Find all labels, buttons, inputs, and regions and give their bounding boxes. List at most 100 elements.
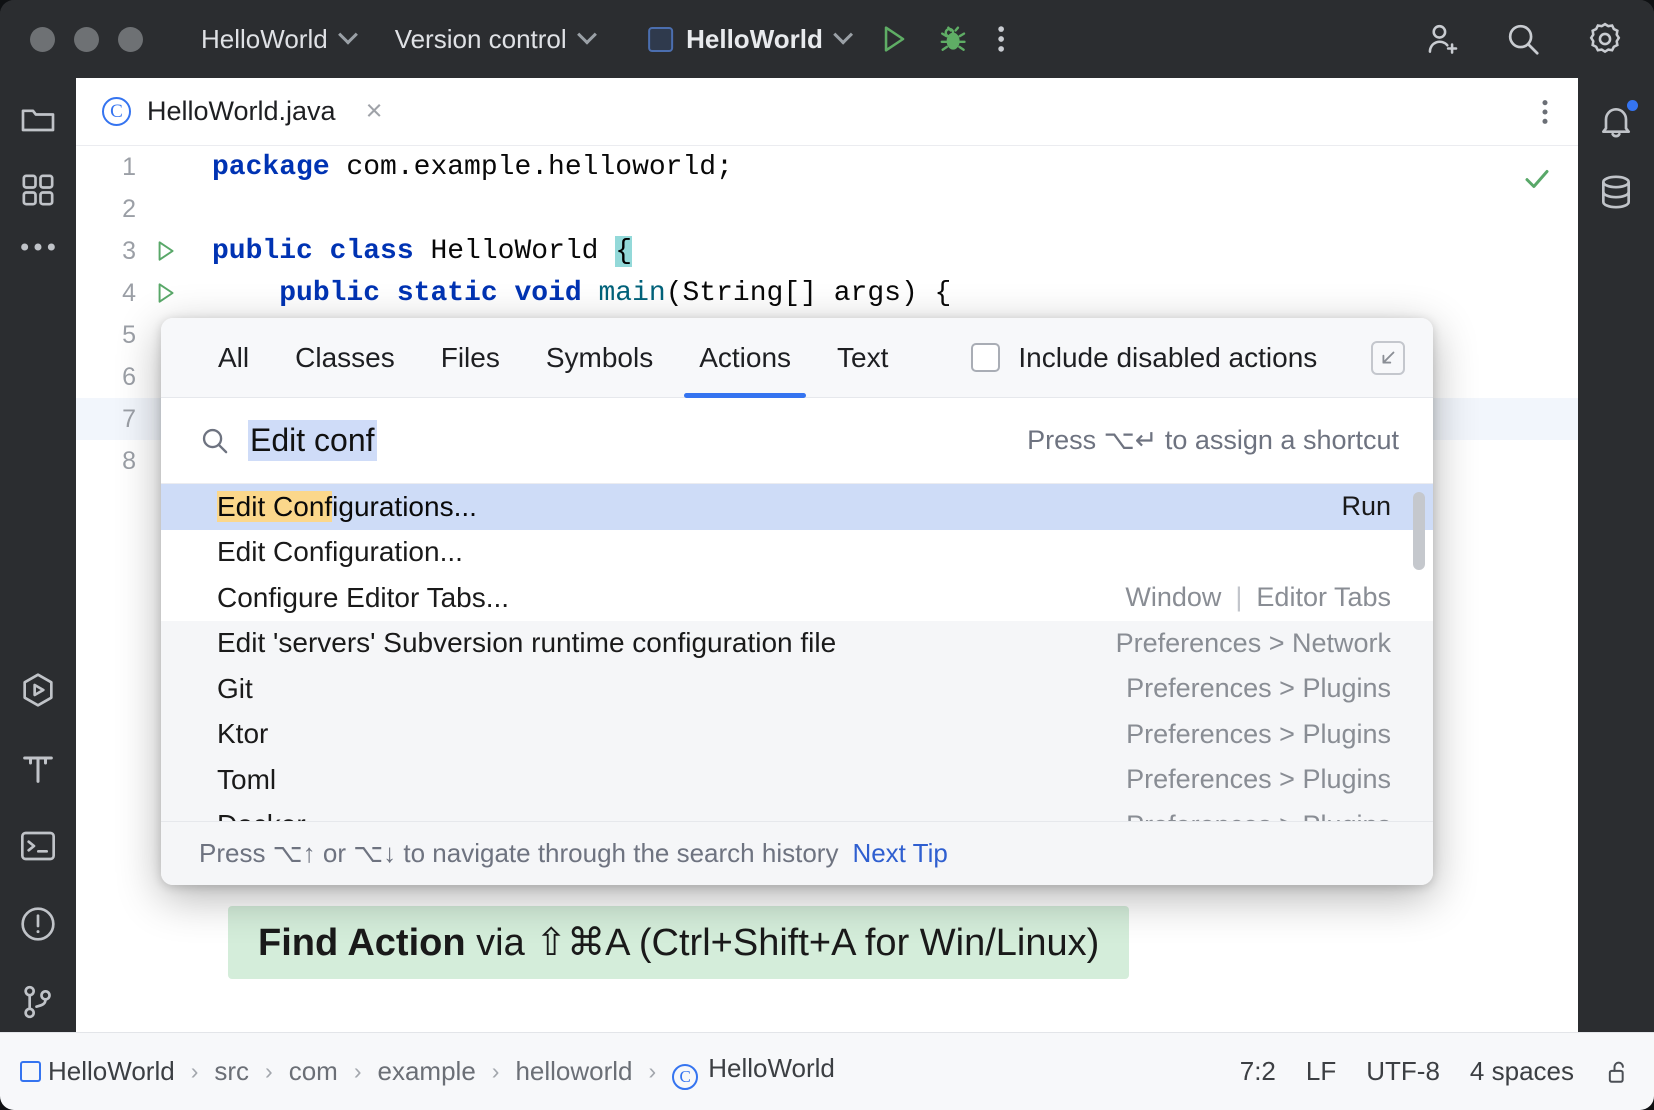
version-control-menu-button[interactable]: Version control bbox=[395, 24, 594, 55]
search-icon bbox=[199, 425, 230, 456]
code-text: package com.example.helloworld; bbox=[212, 152, 733, 183]
search-result-label: Ktor bbox=[217, 718, 268, 750]
code-text: public class HelloWorld { bbox=[212, 236, 632, 267]
close-tab-icon[interactable]: × bbox=[366, 95, 383, 128]
search-tab-text[interactable]: Text bbox=[814, 318, 911, 398]
debug-button[interactable] bbox=[936, 22, 970, 56]
arrow-down-left-icon[interactable] bbox=[1371, 341, 1405, 375]
titlebar-right-actions bbox=[1422, 20, 1624, 58]
chevron-down-icon bbox=[338, 25, 358, 45]
search-tab-classes[interactable]: Classes bbox=[272, 318, 418, 398]
project-menu-label: HelloWorld bbox=[201, 24, 328, 55]
search-result-row[interactable]: DockerPreferences > Plugins bbox=[161, 803, 1433, 822]
line-number: 7 bbox=[76, 405, 136, 434]
terminal-icon[interactable] bbox=[18, 826, 58, 866]
results-scrollbar-thumb[interactable] bbox=[1413, 492, 1425, 570]
code-line: 3 public class HelloWorld { bbox=[76, 230, 1578, 272]
status-bar-right: 7:2 LF UTF-8 4 spaces bbox=[1240, 1056, 1632, 1087]
search-result-label: Edit 'servers' Subversion runtime config… bbox=[217, 627, 836, 659]
titlebar-menus: HelloWorld Version control bbox=[201, 24, 594, 55]
run-gutter-icon[interactable] bbox=[136, 280, 212, 306]
caret-position[interactable]: 7:2 bbox=[1240, 1056, 1276, 1087]
editor-tab-label: HelloWorld.java bbox=[147, 96, 336, 127]
search-tab-symbols[interactable]: Symbols bbox=[523, 318, 676, 398]
settings-gear-icon[interactable] bbox=[1586, 20, 1624, 58]
ide-window: HelloWorld Version control HelloWorld bbox=[0, 0, 1654, 1110]
editor-tab-helloworld-java[interactable]: C HelloWorld.java × bbox=[76, 95, 383, 128]
search-result-location: Window|Editor Tabs bbox=[1125, 582, 1391, 613]
breadcrumb-item-helloworld[interactable]: CHelloWorld bbox=[672, 1053, 835, 1090]
line-separator[interactable]: LF bbox=[1306, 1056, 1336, 1087]
find-action-tip-banner: Find Action via ⇧⌘A (Ctrl+Shift+A for Wi… bbox=[228, 906, 1129, 979]
search-icon[interactable] bbox=[1504, 20, 1542, 58]
search-result-row[interactable]: Edit 'servers' Subversion runtime config… bbox=[161, 621, 1433, 667]
location-separator: | bbox=[1235, 582, 1242, 613]
breadcrumb-item-com[interactable]: com bbox=[289, 1056, 338, 1087]
run-circle-icon[interactable] bbox=[18, 670, 58, 710]
search-result-row[interactable]: TomlPreferences > Plugins bbox=[161, 757, 1433, 803]
search-result-row[interactable]: Edit Configuration... bbox=[161, 530, 1433, 576]
warning-circle-icon[interactable] bbox=[18, 904, 58, 944]
chevron-down-icon bbox=[577, 25, 597, 45]
run-configuration-selector[interactable]: HelloWorld bbox=[648, 24, 850, 55]
bell-icon[interactable] bbox=[1596, 100, 1636, 140]
notification-badge bbox=[1627, 100, 1638, 111]
add-user-icon[interactable] bbox=[1422, 20, 1460, 58]
search-result-location: Preferences > Plugins bbox=[1126, 764, 1391, 795]
editor-tab-bar: C HelloWorld.java × bbox=[76, 78, 1578, 146]
search-results-list[interactable]: Edit Configurations...RunEdit Configurat… bbox=[161, 484, 1433, 821]
search-result-row[interactable]: GitPreferences > Plugins bbox=[161, 666, 1433, 712]
breadcrumb-item-example[interactable]: example bbox=[378, 1056, 476, 1087]
tip-bold-text: Find Action bbox=[258, 922, 466, 964]
indent-setting[interactable]: 4 spaces bbox=[1470, 1056, 1574, 1087]
more-run-options-button[interactable] bbox=[996, 22, 1006, 56]
next-tip-link[interactable]: Next Tip bbox=[852, 838, 947, 869]
folder-icon[interactable] bbox=[18, 100, 58, 140]
search-result-row[interactable]: KtorPreferences > Plugins bbox=[161, 712, 1433, 758]
breadcrumb-separator: › bbox=[649, 1058, 657, 1085]
run-button[interactable] bbox=[876, 22, 910, 56]
run-gutter-icon[interactable] bbox=[136, 238, 212, 264]
search-tab-all[interactable]: All bbox=[195, 318, 272, 398]
line-number: 5 bbox=[76, 321, 136, 350]
window-traffic-lights bbox=[30, 27, 143, 52]
breadcrumb: HelloWorld›src›com›example›helloworld›CH… bbox=[20, 1053, 835, 1090]
database-icon[interactable] bbox=[1596, 172, 1636, 212]
search-history-hint: Press ⌥↑ or ⌥↓ to navigate through the s… bbox=[199, 838, 838, 869]
minimize-window-button[interactable] bbox=[74, 27, 99, 52]
unlocked-icon[interactable] bbox=[1604, 1058, 1632, 1086]
project-menu-button[interactable]: HelloWorld bbox=[201, 24, 355, 55]
search-result-location: Run bbox=[1341, 491, 1391, 522]
maximize-window-button[interactable] bbox=[118, 27, 143, 52]
editor-tab-options-button[interactable] bbox=[1540, 96, 1550, 128]
search-result-label: Edit Configurations... bbox=[217, 491, 477, 523]
search-result-label: Configure Editor Tabs... bbox=[217, 582, 509, 614]
search-everywhere-popup: AllClassesFilesSymbolsActionsText Includ… bbox=[161, 318, 1433, 885]
hammer-icon[interactable] bbox=[18, 748, 58, 788]
search-result-location: Preferences > Network bbox=[1116, 628, 1391, 659]
search-result-row[interactable]: Configure Editor Tabs... Window|Editor Ta… bbox=[161, 575, 1433, 621]
line-number: 4 bbox=[76, 279, 136, 308]
search-tab-actions[interactable]: Actions bbox=[676, 318, 814, 398]
search-input[interactable]: Edit conf bbox=[248, 420, 377, 461]
search-everywhere-input-row[interactable]: Edit conf Press ⌥↵ to assign a shortcut bbox=[161, 398, 1433, 484]
code-line: 2 bbox=[76, 188, 1578, 230]
search-everywhere-tabs: AllClassesFilesSymbolsActionsText Includ… bbox=[161, 318, 1433, 398]
grid-squares-icon[interactable] bbox=[18, 170, 58, 210]
file-encoding[interactable]: UTF-8 bbox=[1366, 1056, 1440, 1087]
include-disabled-actions-checkbox[interactable]: Include disabled actions bbox=[971, 342, 1317, 374]
java-class-icon: C bbox=[102, 97, 131, 126]
search-tab-files[interactable]: Files bbox=[418, 318, 523, 398]
breadcrumb-item-helloworld[interactable]: HelloWorld bbox=[20, 1056, 175, 1087]
line-number: 6 bbox=[76, 363, 136, 392]
breadcrumb-item-src[interactable]: src bbox=[214, 1056, 249, 1087]
breadcrumb-item-helloworld[interactable]: helloworld bbox=[515, 1056, 632, 1087]
branch-icon[interactable] bbox=[18, 982, 58, 1022]
ellipsis-icon[interactable] bbox=[18, 240, 58, 254]
assign-shortcut-hint: Press ⌥↵ to assign a shortcut bbox=[1027, 425, 1399, 456]
run-config-icon bbox=[648, 27, 673, 52]
code-line: 1package com.example.helloworld; bbox=[76, 146, 1578, 188]
line-number: 3 bbox=[76, 237, 136, 266]
search-result-row[interactable]: Edit Configurations... Run bbox=[161, 484, 1433, 530]
close-window-button[interactable] bbox=[30, 27, 55, 52]
